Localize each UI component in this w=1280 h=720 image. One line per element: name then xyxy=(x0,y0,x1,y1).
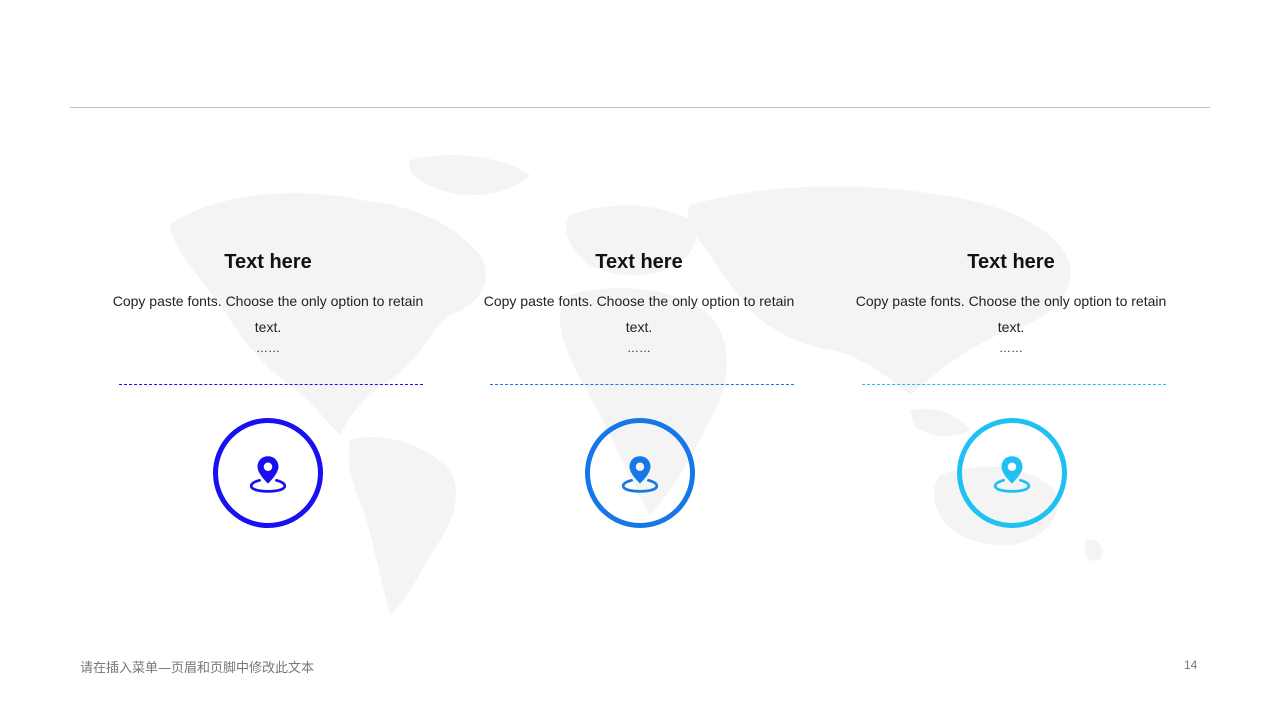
location-pin-icon xyxy=(249,456,287,493)
column-ellipsis: …… xyxy=(256,341,280,355)
feature-column-3: Text here Copy paste fonts. Choose the o… xyxy=(846,248,1176,528)
column-ellipsis: …… xyxy=(999,341,1023,355)
column-body: Copy paste fonts. Choose the only option… xyxy=(483,293,795,335)
page-number: 14 xyxy=(1184,658,1198,672)
feature-column-2: Text here Copy paste fonts. Choose the o… xyxy=(474,248,804,528)
column-body: Copy paste fonts. Choose the only option… xyxy=(112,293,424,335)
column-title: Text here xyxy=(967,251,1055,273)
location-pin-icon xyxy=(993,456,1031,493)
column-ellipsis: …… xyxy=(627,341,651,355)
location-pin-icon xyxy=(621,456,659,493)
dashed-divider xyxy=(119,384,423,385)
column-title: Text here xyxy=(224,251,312,273)
footer-text: 请在插入菜单—页眉和页脚中修改此文本 xyxy=(80,661,315,676)
location-circle xyxy=(585,418,695,528)
dashed-divider xyxy=(862,384,1166,385)
feature-column-1: Text here Copy paste fonts. Choose the o… xyxy=(103,248,433,528)
dashed-divider xyxy=(490,384,794,385)
column-body: Copy paste fonts. Choose the only option… xyxy=(855,293,1167,335)
location-circle xyxy=(957,418,1067,528)
column-title: Text here xyxy=(595,251,683,273)
top-divider xyxy=(70,107,1210,108)
location-circle xyxy=(213,418,323,528)
world-map-background xyxy=(170,155,1103,615)
